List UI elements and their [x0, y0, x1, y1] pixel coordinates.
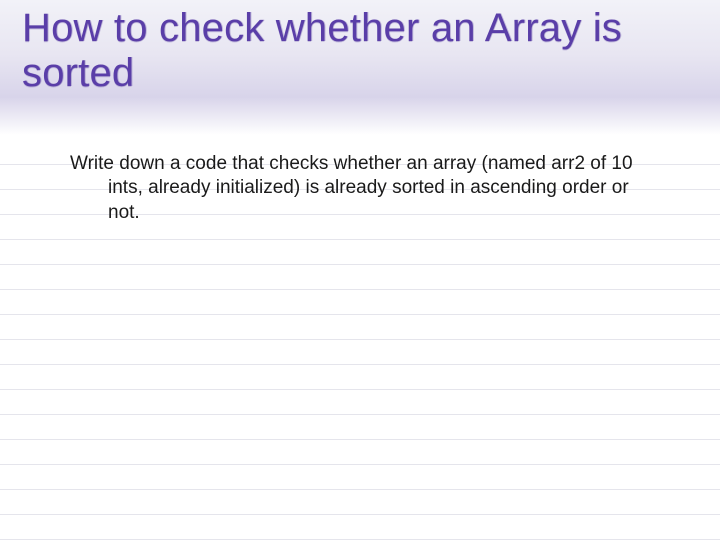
slide-body-text: Write down a code that checks whether an… [70, 152, 660, 225]
slide: How to check whether an Array is sorted … [0, 0, 720, 540]
slide-title: How to check whether an Array is sorted [22, 6, 680, 96]
